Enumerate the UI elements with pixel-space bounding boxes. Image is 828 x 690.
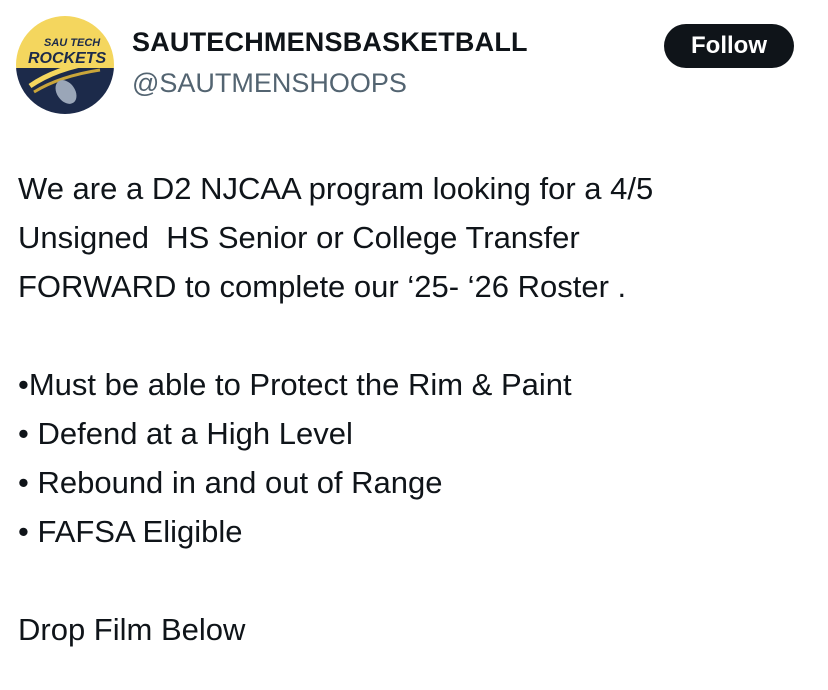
follow-button[interactable]: Follow bbox=[664, 24, 794, 68]
requirement-item: • Defend at a High Level bbox=[18, 416, 353, 451]
tweet-header: SAU TECH ROCKETS SAUTECHMENSBASKETBALL @… bbox=[0, 0, 828, 130]
tweet-line: We are a D2 NJCAA program looking for a … bbox=[18, 171, 654, 206]
paragraph-break bbox=[18, 311, 818, 360]
rockets-logo-icon: SAU TECH ROCKETS bbox=[16, 16, 114, 114]
paragraph-break bbox=[18, 556, 818, 605]
logo-top-text: SAU TECH bbox=[44, 37, 101, 49]
logo-main-text: ROCKETS bbox=[28, 50, 107, 67]
display-name[interactable]: SAUTECHMENSBASKETBALL bbox=[132, 27, 528, 58]
tweet-line: FORWARD to complete our ‘25- ‘26 Roster … bbox=[18, 269, 627, 304]
user-handle[interactable]: @SAUTMENSHOOPS bbox=[132, 68, 407, 99]
requirement-item: •Must be able to Protect the Rim & Paint bbox=[18, 367, 572, 402]
avatar[interactable]: SAU TECH ROCKETS bbox=[16, 16, 114, 114]
tweet-text: We are a D2 NJCAA program looking for a … bbox=[18, 164, 818, 654]
tweet-line: Unsigned HS Senior or College Transfer bbox=[18, 220, 580, 255]
closing-line: Drop Film Below bbox=[18, 612, 246, 647]
requirement-item: • FAFSA Eligible bbox=[18, 514, 243, 549]
requirement-item: • Rebound in and out of Range bbox=[18, 465, 443, 500]
